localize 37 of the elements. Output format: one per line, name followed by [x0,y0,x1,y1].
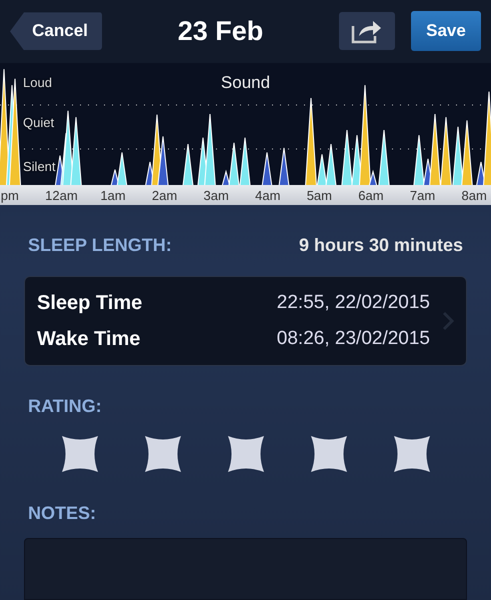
cancel-button[interactable]: Cancel [10,12,102,50]
save-button[interactable]: Save [411,11,481,52]
time-value: 22:55, 22/02/2015 [276,292,430,314]
share-icon [351,18,383,44]
time-label: 1am [99,188,127,204]
notes-label: NOTES: [27,503,98,524]
time-label: 5am [306,188,333,204]
time-label: 3am [202,188,230,204]
sound-peak [439,116,453,185]
time-label: pm [0,188,20,204]
date-title: 23 Feb [176,16,264,47]
level-label: Silent [23,158,56,174]
time-label: Sleep Time [37,292,142,314]
time-value: 08:26, 23/02/2015 [276,328,430,350]
notes-field[interactable] [24,538,467,600]
chevron-icon [442,311,454,331]
rating-star-icon[interactable] [226,435,264,473]
time-label: 12am [44,188,79,204]
sleep-times-card[interactable]: Sleep Time 22:55, 22/02/2015 Wake Time 08:26, 23/02/2015 [24,276,467,366]
time-label: 8am [460,188,488,204]
time-label: 7am [408,188,436,204]
chart-title: Sound [220,72,270,93]
sound-peak [69,116,83,185]
time-label: 6am [357,188,385,204]
level-label: Loud [23,74,52,90]
rating-star-icon[interactable] [60,435,98,473]
share-button[interactable] [339,12,395,50]
rating-star-icon[interactable] [144,435,182,473]
time-label: 2am [150,188,178,204]
sleep-length-label: SLEEP LENGTH: [28,235,172,256]
sleep-length-value: 9 hours 30 minutes [298,235,463,256]
level-label: Quiet [23,114,54,130]
rating-label: RATING: [27,396,103,417]
rating-star-icon[interactable] [392,435,430,473]
time-label: 4am [254,188,282,204]
time-label: Wake Time [37,328,140,350]
rating-star-icon[interactable] [310,435,348,473]
